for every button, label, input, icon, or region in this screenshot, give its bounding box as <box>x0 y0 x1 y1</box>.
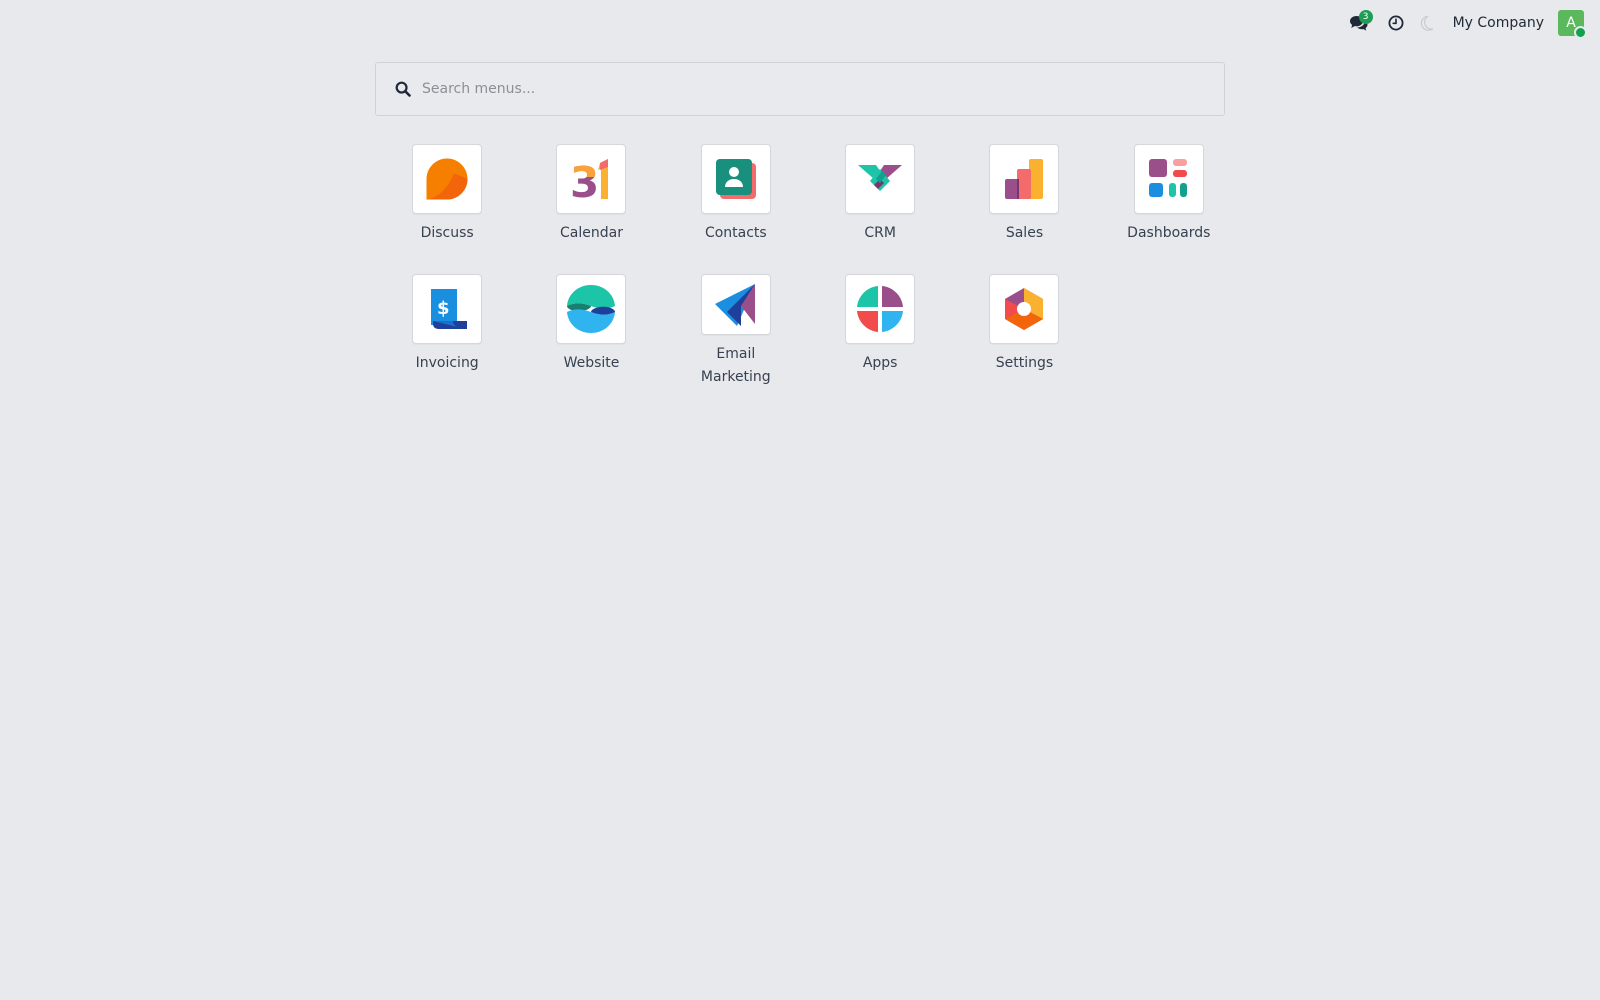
apps-icon-tile <box>845 274 916 344</box>
app-dashboards[interactable]: Dashboards <box>1097 144 1241 259</box>
crm-icon-tile <box>845 144 916 214</box>
app-label: Discuss <box>420 225 474 241</box>
contacts-icon-tile <box>700 144 771 214</box>
app-label: CRM <box>864 225 896 241</box>
app-email-marketing[interactable]: Email Marketing <box>664 274 808 389</box>
dashboards-icon <box>1148 159 1187 197</box>
settings-icon <box>1005 288 1044 330</box>
company-name: My Company <box>1452 15 1544 31</box>
email-marketing-icon <box>714 283 755 326</box>
calendar-icon-tile: 3 3 <box>556 144 627 214</box>
website-icon-tile <box>556 274 627 344</box>
app-label: Website <box>563 355 620 371</box>
app-label: Contacts <box>704 225 767 241</box>
app-apps[interactable]: Apps <box>808 274 952 389</box>
invoicing-icon: $ <box>431 289 468 329</box>
messages-button[interactable]: 3 <box>1341 0 1377 46</box>
svg-text:$: $ <box>437 298 450 319</box>
app-label: Dashboards <box>1127 225 1211 241</box>
apps-icon <box>857 286 904 332</box>
user-avatar[interactable]: A <box>1558 10 1587 39</box>
app-label: Calendar <box>560 225 623 241</box>
contacts-icon <box>715 159 756 199</box>
discuss-icon-tile <box>412 144 483 214</box>
app-crm[interactable]: CRM <box>808 144 952 259</box>
app-contacts[interactable]: Contacts <box>664 144 808 259</box>
settings-icon-tile <box>989 274 1060 344</box>
messages-count-badge: 3 <box>1358 10 1373 24</box>
app-website[interactable]: Website <box>519 274 663 389</box>
systray: 3 My Company A <box>1341 0 1600 46</box>
crm-icon <box>858 165 903 191</box>
search-input[interactable] <box>422 64 1224 114</box>
dark-mode-toggle[interactable] <box>1411 0 1441 46</box>
email-marketing-icon-tile <box>700 274 771 335</box>
app-label: Sales <box>1005 225 1044 241</box>
app-label: Apps <box>862 355 898 371</box>
dashboards-icon-tile <box>1133 144 1204 214</box>
presence-indicator <box>1574 26 1587 39</box>
app-label: Invoicing <box>415 355 479 371</box>
app-label: Email Marketing <box>700 346 771 385</box>
search-bar <box>375 62 1225 116</box>
app-discuss[interactable]: Discuss <box>375 144 519 259</box>
moon-icon <box>1420 15 1433 31</box>
website-icon <box>567 285 616 333</box>
calendar-icon: 3 3 <box>570 158 609 201</box>
app-label: Settings <box>995 355 1054 371</box>
company-switcher[interactable]: My Company <box>1441 0 1558 46</box>
clock-icon <box>1388 15 1404 31</box>
activities-button[interactable] <box>1381 0 1411 46</box>
app-invoicing[interactable]: $ Invoicing <box>375 274 519 389</box>
app-calendar[interactable]: 3 3 Calendar <box>519 144 663 259</box>
app-settings[interactable]: Settings <box>952 274 1096 389</box>
invoicing-icon-tile: $ <box>412 274 483 344</box>
sales-icon <box>1005 159 1044 199</box>
discuss-icon <box>426 158 468 200</box>
sales-icon-tile <box>989 144 1060 214</box>
app-sales[interactable]: Sales <box>952 144 1096 259</box>
apps-grid: Discuss 3 3 Calendar Contacts CRM Sales … <box>375 144 1241 389</box>
